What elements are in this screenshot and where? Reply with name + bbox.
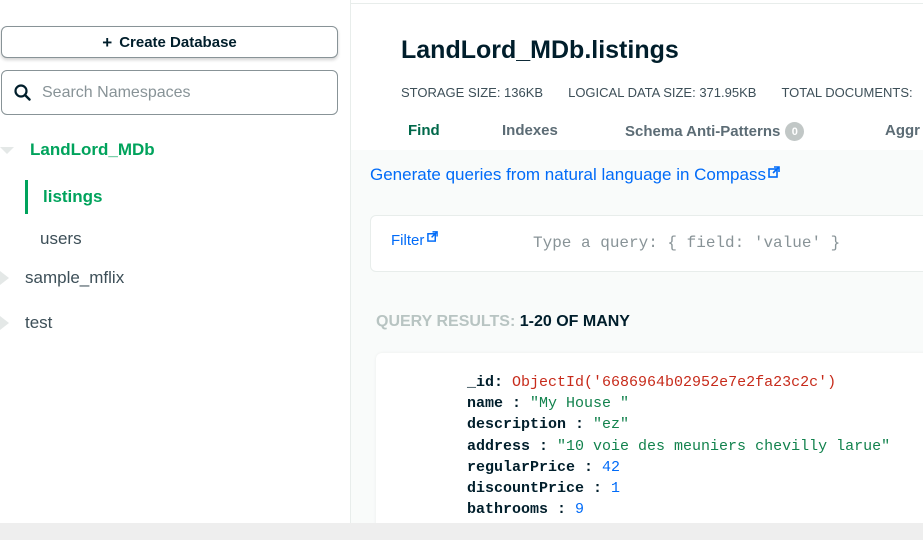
document-field: _id: ObjectId('6686964b02952e7e2fa23c2c'… — [467, 374, 837, 391]
caret-down-icon — [0, 141, 14, 159]
page-title: LandLord_MDb.listings — [401, 36, 679, 64]
sidebar-collection-label: users — [40, 229, 82, 248]
create-database-label: Create Database — [119, 33, 237, 51]
count-badge: 0 — [785, 122, 805, 141]
tab-indexes[interactable]: Indexes — [502, 122, 558, 139]
search-namespaces-input[interactable] — [42, 83, 322, 102]
tab-find[interactable]: Find — [408, 122, 440, 139]
field-value[interactable]: "My House " — [530, 395, 629, 412]
search-icon — [14, 84, 31, 101]
document-card[interactable]: _id: ObjectId('6686964b02952e7e2fa23c2c'… — [376, 353, 923, 523]
results-range: 1-20 OF MANY — [519, 313, 630, 330]
document-fields: _id: ObjectId('6686964b02952e7e2fa23c2c'… — [467, 374, 890, 522]
external-link-icon — [427, 231, 439, 242]
top-divider — [351, 0, 923, 4]
plus-icon: + — [102, 32, 113, 52]
field-key: discountPrice — [467, 479, 585, 497]
document-field: description : "ez" — [467, 416, 630, 434]
main-panel: LandLord_MDb.listings STORAGE SIZE: 136K… — [351, 0, 923, 523]
field-key: bathrooms — [467, 501, 549, 519]
create-database-button[interactable]: + Create Database — [1, 26, 338, 58]
field-key: description — [467, 416, 567, 434]
collection-stats: STORAGE SIZE: 136KB LOGICAL DATA SIZE: 3… — [401, 85, 923, 100]
field-value[interactable]: ObjectId('6686964b02952e7e2fa23c2c') — [512, 374, 836, 391]
sidebar-collection-users[interactable]: users — [40, 229, 82, 249]
sidebar-db-test[interactable]: test — [0, 313, 52, 333]
field-value[interactable]: 9 — [575, 501, 584, 518]
storage-size-stat: STORAGE SIZE: 136KB — [401, 85, 544, 100]
collection-tabs: Find Indexes Schema Anti-Patterns 0 Aggr — [351, 122, 923, 152]
filter-label: Filter — [391, 232, 425, 249]
field-value[interactable]: "ez" — [593, 416, 629, 433]
caret-right-icon — [0, 314, 14, 332]
field-key: regularPrice — [467, 458, 576, 476]
filter-bar: Filter — [370, 215, 923, 272]
caret-right-icon — [0, 269, 14, 287]
field-value[interactable]: 42 — [602, 459, 620, 476]
document-field: address : "10 voie des meuniers chevilly… — [467, 437, 891, 455]
document-field: name : "My House " — [467, 395, 630, 413]
filter-link[interactable]: Filter — [391, 231, 439, 249]
sidebar-db-label: LandLord_MDb — [30, 140, 155, 159]
field-value[interactable]: "10 voie des meuniers chevilly larue" — [557, 438, 890, 455]
field-key: name — [467, 395, 504, 413]
tab-aggregations[interactable]: Aggr — [885, 122, 920, 139]
document-field: bathrooms : 9 — [467, 501, 585, 519]
sidebar-db-landlord[interactable]: LandLord_MDb — [0, 140, 155, 160]
logical-size-stat: LOGICAL DATA SIZE: 371.95KB — [568, 85, 757, 100]
sidebar: + Create Database LandLord_MDb listings … — [0, 0, 351, 523]
tab-label: Schema Anti-Patterns — [625, 123, 781, 140]
tab-schema-anti-patterns[interactable]: Schema Anti-Patterns 0 — [625, 122, 805, 141]
sidebar-db-sample-mflix[interactable]: sample_mflix — [0, 268, 124, 288]
tab-label: Indexes — [502, 122, 558, 139]
sidebar-collection-listings[interactable]: listings — [25, 180, 325, 214]
link-label: Generate queries from natural language i… — [370, 165, 766, 184]
bottom-scrollbar-area[interactable] — [0, 523, 923, 540]
search-namespaces-field[interactable] — [1, 70, 338, 115]
tab-label: Aggr — [885, 122, 920, 139]
results-prefix: QUERY RESULTS: — [376, 313, 516, 330]
query-results-summary: QUERY RESULTS: 1-20 OF MANY — [376, 313, 630, 331]
field-key: address — [467, 437, 531, 455]
sidebar-db-label: test — [25, 313, 53, 332]
sidebar-db-label: sample_mflix — [25, 268, 125, 287]
field-key: _id — [467, 374, 495, 391]
document-field: regularPrice : 42 — [467, 458, 621, 476]
filter-query-input[interactable] — [533, 234, 923, 252]
sidebar-collection-label: listings — [43, 187, 103, 206]
document-field: discountPrice : 1 — [467, 479, 621, 497]
external-link-icon — [768, 166, 780, 178]
total-documents-stat: TOTAL DOCUMENTS: — [781, 85, 913, 100]
field-value[interactable]: 1 — [611, 480, 620, 497]
tab-label: Find — [408, 122, 440, 139]
natural-language-compass-link[interactable]: Generate queries from natural language i… — [370, 165, 780, 185]
